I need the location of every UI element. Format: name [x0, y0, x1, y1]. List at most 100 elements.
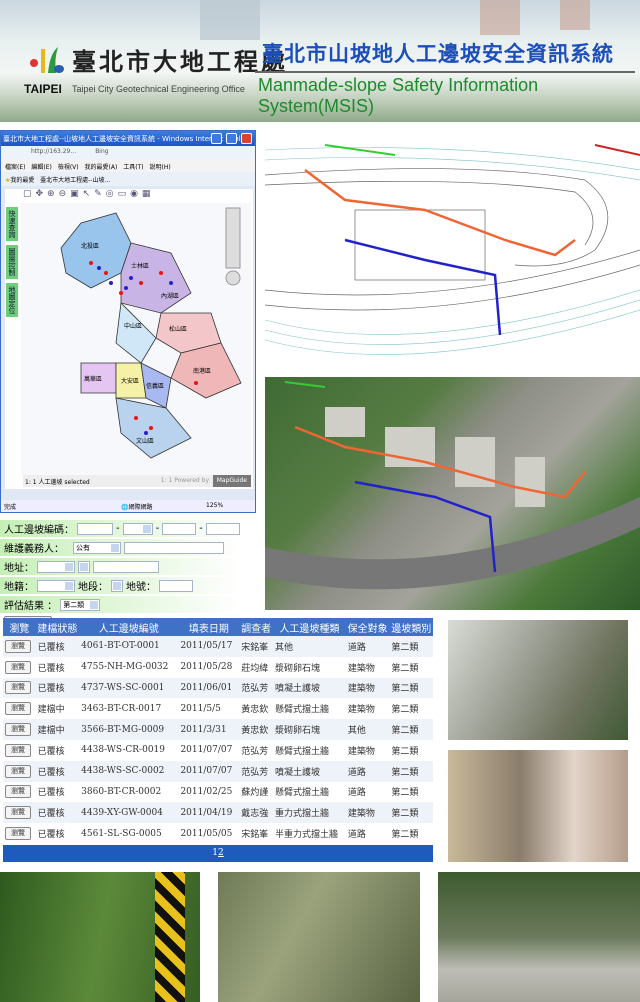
side-tab-locate[interactable]: 地圖定位	[6, 283, 18, 317]
menu-file[interactable]: 檔案(E)	[5, 164, 25, 171]
map-tool-icons[interactable]: ▢✥⊕⊖▣↖✎◎▭◉▦	[23, 189, 154, 199]
address-district-select[interactable]	[37, 560, 75, 573]
favorites-bar: ★我的最愛 臺北市大地工程處--山坡...	[1, 172, 255, 186]
district-label: 內湖區	[161, 292, 179, 300]
table-cell: 已覆核	[35, 636, 80, 657]
cadastre-select[interactable]	[37, 579, 75, 592]
district-map[interactable]: 北投區 士林區 內湖區 中山區 松山區 南港區 信義區 大安區 萬華區 文山區	[21, 203, 251, 475]
slope-id-row: 人工邊坡編碼： - - -	[0, 520, 240, 537]
table-cell: 第二類	[391, 788, 419, 799]
view-cell: 瀏覽	[3, 719, 36, 740]
slope-id-part3[interactable]	[162, 522, 197, 535]
address-url[interactable]: http://163.29...	[31, 148, 76, 155]
office-name-en: Taipei City Geotechnical Engineering Off…	[72, 84, 245, 94]
lot-input[interactable]	[159, 579, 193, 592]
column-header: 人工邊坡編號	[79, 618, 179, 636]
owner-select[interactable]: 公有	[73, 541, 121, 554]
table-cell: 建築物	[347, 663, 375, 674]
scale-readout: 1: 1	[160, 477, 173, 484]
view-button[interactable]: 瀏覽	[5, 827, 31, 841]
map-viewer[interactable]: ▢✥⊕⊖▣↖✎◎▭◉▦ 快速查詢 圖層控制 地圖定位 北投區 士林區 內湖區 中…	[5, 189, 253, 489]
table-cell: 道路	[347, 830, 366, 841]
column-header: 調查者	[239, 618, 273, 636]
table-cell: 建築物	[347, 705, 375, 716]
menu-view[interactable]: 檢視(V)	[58, 164, 79, 171]
district-label: 信義區	[146, 382, 164, 390]
view-button[interactable]: 瀏覽	[5, 723, 31, 737]
side-tab-quick-search[interactable]: 快速查詢	[6, 207, 18, 241]
address-bar[interactable]: http://163.29... Bing	[1, 146, 255, 160]
table-cell: 2011/07/07	[178, 760, 240, 782]
slope-id-label: 人工邊坡編碼：	[4, 525, 74, 536]
zoom-slider[interactable]	[225, 207, 241, 269]
menu-bar: 檔案(E) 編輯(E) 檢視(V) 我的最愛(A) 工具(T) 說明(H)	[1, 160, 255, 172]
menu-help[interactable]: 說明(H)	[150, 164, 171, 171]
lot-label: 地號：	[126, 582, 156, 593]
table-cell: 漿砌卵石塊	[274, 663, 320, 674]
table-cell: 第二類	[389, 677, 433, 699]
slope-id-part1[interactable]	[77, 522, 113, 535]
table-cell: 道路	[347, 788, 366, 799]
photo-wall-measurement	[218, 872, 420, 1002]
district-label: 大安區	[121, 377, 139, 385]
minimize-button[interactable]	[211, 133, 222, 144]
view-cell: 瀏覽	[3, 802, 36, 824]
slope-id-part2-select[interactable]	[122, 522, 153, 535]
table-cell: 已覆核	[37, 830, 65, 841]
cadastre-row: 地籍： 地段： 地號：	[0, 577, 240, 594]
view-button[interactable]: 瀏覽	[5, 806, 31, 820]
page-2-link[interactable]: 2	[218, 848, 224, 858]
table-cell: 已覆核	[37, 746, 65, 757]
view-cell: 瀏覽	[3, 677, 36, 699]
column-header: 建檔狀態	[35, 618, 80, 636]
table-cell: 已覆核	[37, 788, 65, 799]
table-cell: 3860-BT-CR-0002	[81, 786, 162, 797]
search-box[interactable]: Bing	[95, 148, 108, 155]
owner-input[interactable]	[124, 541, 224, 554]
side-tab-layers[interactable]: 圖層控制	[6, 245, 18, 279]
close-button[interactable]	[241, 133, 252, 144]
maximize-button[interactable]	[226, 133, 237, 144]
table-row: 瀏覽 已覆核 3860-BT-CR-0002 2011/02/25 蘇灼謹 懸臂式擋土牆 道…	[3, 782, 433, 803]
table-row: 瀏覽 已覆核 4439-XY-GW-0004 2011/04/19 戴志強 重力式擋土牆建…	[3, 802, 433, 824]
view-cell: 瀏覽	[3, 740, 36, 761]
view-button[interactable]: 瀏覽	[5, 702, 31, 716]
menu-edit[interactable]: 編輯(E)	[31, 164, 51, 171]
table-cell: 懸臂式擋土牆	[274, 705, 329, 716]
view-button[interactable]: 瀏覽	[5, 743, 31, 757]
powered-by: Powered by	[174, 477, 209, 484]
table-cell: 建檔中	[37, 705, 65, 716]
favorites-button[interactable]: 我的最愛	[10, 177, 34, 184]
section-select[interactable]	[111, 579, 123, 592]
menu-tools[interactable]: 工具(T)	[123, 164, 143, 171]
eval-row: 評估結果 ：第二類	[0, 596, 240, 613]
table-cell: 2011/07/07	[180, 745, 233, 756]
address-input[interactable]	[93, 560, 159, 573]
view-button[interactable]: 瀏覽	[5, 764, 31, 778]
table-row: 瀏覽 已覆核 4438-WS-SC-0002 2011/07/07 范弘芳 噴凝土護坡 道路…	[3, 760, 433, 782]
table-cell: 2011/02/25	[180, 786, 233, 797]
eval-select[interactable]: 第二類	[60, 598, 101, 611]
taipei-wordmark: TAIPEI	[24, 82, 62, 96]
district-label: 北投區	[81, 242, 99, 250]
address-road-select[interactable]	[78, 560, 90, 573]
table-row: 瀏覽 已覆核 4561-SL-SG-0005 2011/05/05 宋銘峯 半重力式擋土牆…	[3, 823, 433, 844]
browser-status-bar: 完成 🌐網際網路 125%	[1, 500, 255, 512]
view-button[interactable]: 瀏覽	[5, 785, 31, 799]
view-button[interactable]: 瀏覽	[5, 681, 31, 695]
slope-id-part4[interactable]	[205, 522, 240, 535]
view-button[interactable]: 瀏覽	[5, 660, 31, 674]
table-cell: 4737-WS-SC-0001	[79, 677, 179, 699]
view-cell: 瀏覽	[3, 782, 36, 803]
view-button[interactable]: 瀏覽	[5, 639, 31, 653]
system-title-zh: 臺北市山坡地人工邊坡安全資訊系統	[262, 42, 614, 66]
table-cell: 宋銘峯	[239, 636, 273, 657]
table-cell: 噴凝土護坡	[272, 677, 346, 699]
menu-favorites[interactable]: 我的最愛(A)	[85, 164, 118, 171]
browser-tab[interactable]: 臺北市大地工程處--山坡...	[40, 177, 110, 184]
aerial-photo	[265, 377, 640, 610]
zoom-level[interactable]: 125%	[206, 502, 223, 509]
pan-control[interactable]	[225, 270, 241, 286]
eval-label: 評估結果 ：	[4, 601, 58, 612]
table-cell: 第二類	[389, 636, 433, 657]
